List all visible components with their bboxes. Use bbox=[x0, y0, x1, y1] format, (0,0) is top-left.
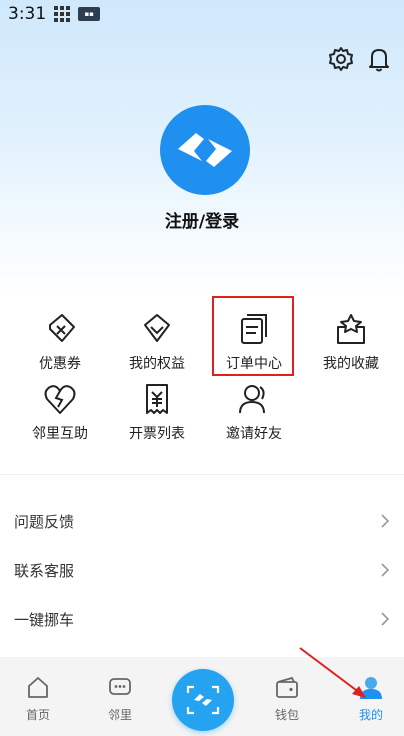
nav-tab-home[interactable]: 首页 bbox=[8, 674, 68, 723]
favorites-icon bbox=[337, 314, 365, 344]
app-logo-avatar[interactable] bbox=[160, 105, 250, 195]
list-item-label: 联系客服 bbox=[14, 561, 75, 580]
section-divider bbox=[0, 474, 404, 475]
list-item-label: 问题反馈 bbox=[14, 512, 75, 531]
nav-tab-wallet[interactable]: 钱包 bbox=[257, 674, 317, 723]
app-logo-icon bbox=[178, 133, 232, 167]
app-grid-icon bbox=[54, 6, 71, 22]
settings-gear-icon[interactable] bbox=[326, 44, 356, 74]
list-item-customer-service[interactable]: 联系客服 bbox=[0, 546, 404, 594]
invoice-icon bbox=[146, 384, 168, 414]
scan-icon bbox=[186, 685, 220, 715]
chevron-right-icon bbox=[381, 514, 390, 528]
grid-item-label: 邀请好友 bbox=[226, 426, 282, 442]
nav-tab-label: 首页 bbox=[25, 708, 50, 722]
diamond-icon bbox=[144, 314, 170, 342]
nav-tab-profile[interactable]: 我的 bbox=[341, 674, 401, 723]
grid-item-coupons[interactable]: 优惠券 bbox=[10, 311, 110, 373]
invite-icon bbox=[239, 385, 265, 414]
orders-highlight-box bbox=[212, 296, 294, 376]
chat-icon bbox=[109, 678, 131, 695]
coupon-icon bbox=[49, 314, 75, 342]
chevron-right-icon bbox=[381, 612, 390, 626]
home-icon bbox=[28, 677, 48, 698]
grid-item-label: 开票列表 bbox=[129, 426, 185, 442]
grid-item-label: 我的收藏 bbox=[323, 356, 379, 372]
list-item-move-car[interactable]: 一键挪车 bbox=[0, 595, 404, 643]
notification-badge-icon: ▪▪ bbox=[78, 7, 101, 21]
nav-tab-label: 邻里 bbox=[107, 708, 132, 722]
profile-icon bbox=[360, 677, 382, 699]
wallet-icon bbox=[276, 676, 298, 698]
nav-tab-neighbors[interactable]: 邻里 bbox=[90, 674, 150, 723]
login-register-link[interactable]: 注册/登录 bbox=[0, 207, 404, 232]
grid-item-neighbor-help[interactable]: 邻里互助 bbox=[10, 381, 110, 443]
grid-item-invoices[interactable]: 开票列表 bbox=[107, 381, 207, 443]
heart-broken-icon bbox=[44, 385, 76, 414]
grid-item-favorites[interactable]: 我的收藏 bbox=[301, 311, 401, 373]
grid-item-benefits[interactable]: 我的权益 bbox=[107, 311, 207, 373]
grid-item-label: 优惠券 bbox=[39, 356, 81, 372]
grid-item-label: 我的权益 bbox=[129, 356, 185, 372]
grid-item-invite-friends[interactable]: 邀请好友 bbox=[204, 381, 304, 443]
list-item-feedback[interactable]: 问题反馈 bbox=[0, 497, 404, 545]
nav-tab-label: 钱包 bbox=[274, 708, 299, 722]
list-item-label: 一键挪车 bbox=[14, 610, 75, 629]
chevron-right-icon bbox=[381, 563, 390, 577]
scan-button[interactable] bbox=[172, 669, 234, 731]
nav-tab-label: 我的 bbox=[358, 708, 383, 722]
status-time: 3:31 bbox=[8, 4, 47, 24]
grid-item-label: 邻里互助 bbox=[32, 426, 88, 442]
notification-bell-icon[interactable] bbox=[364, 44, 394, 74]
status-bar: 3:31 ▪▪ bbox=[0, 0, 404, 28]
